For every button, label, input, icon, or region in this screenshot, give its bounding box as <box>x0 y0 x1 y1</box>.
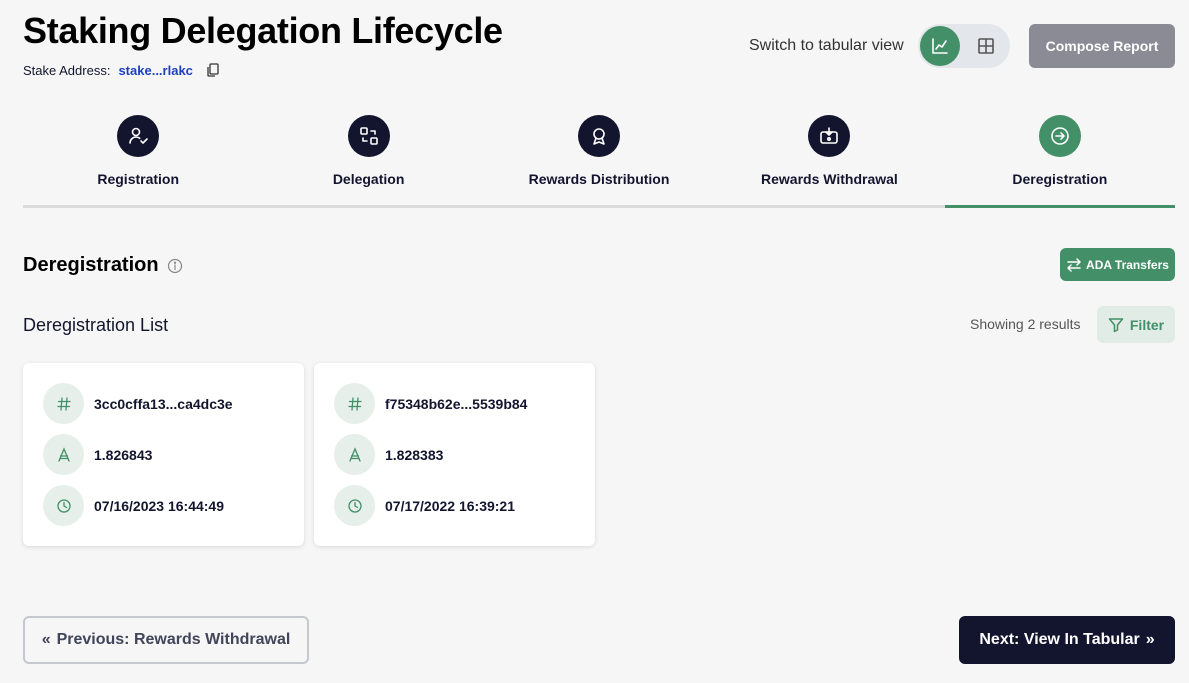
table-view-button[interactable] <box>966 26 1006 66</box>
double-chevron-right-icon: » <box>1145 631 1155 648</box>
timestamp-value: 07/16/2023 16:44:49 <box>94 497 224 514</box>
wallet-withdraw-icon <box>820 127 839 144</box>
info-icon[interactable] <box>167 258 183 274</box>
user-check-icon <box>129 127 149 144</box>
ada-icon <box>43 434 84 475</box>
compose-report-button[interactable]: Compose Report <box>1029 24 1175 68</box>
page-title: Staking Delegation Lifecycle <box>23 10 503 51</box>
deregistration-card: f75348b62e...5539b84 1.828383 07/17/2022… <box>314 363 595 546</box>
lifecycle-steps: Registration Delegation Rewards Distribu… <box>23 112 1176 208</box>
transaction-hash-link[interactable]: 3cc0cffa13...ca4dc3e <box>94 396 233 412</box>
copy-icon[interactable] <box>205 62 221 78</box>
step-label: Rewards Withdrawal <box>761 171 898 187</box>
step-delegation[interactable]: Delegation <box>253 112 483 205</box>
card-hash-row: f75348b62e...5539b84 <box>334 383 575 424</box>
card-hash-row: 3cc0cffa13...ca4dc3e <box>43 383 284 424</box>
delegation-icon <box>359 127 378 145</box>
switch-view-label: Switch to tabular view <box>749 37 904 54</box>
previous-step-label: Previous: Rewards Withdrawal <box>56 631 291 648</box>
timestamp-value: 07/17/2022 16:39:21 <box>385 497 515 514</box>
list-title: Deregistration List <box>23 315 169 335</box>
step-rewards-distribution[interactable]: Rewards Distribution <box>484 112 714 205</box>
transaction-hash-link[interactable]: f75348b62e...5539b84 <box>385 396 527 412</box>
clock-icon <box>334 485 375 526</box>
filter-label: Filter <box>1129 316 1165 333</box>
step-deregistration[interactable]: Deregistration <box>944 112 1176 208</box>
card-time-row: 07/16/2023 16:44:49 <box>43 485 284 526</box>
next-step-label: Next: View In Tabular <box>979 631 1140 648</box>
line-chart-icon <box>932 38 948 54</box>
previous-step-button[interactable]: « Previous: Rewards Withdrawal <box>23 616 309 664</box>
double-chevron-left-icon: « <box>41 631 51 648</box>
next-step-button[interactable]: Next: View In Tabular » <box>959 616 1175 664</box>
step-label: Delegation <box>332 171 405 187</box>
step-label: Deregistration <box>1012 171 1108 187</box>
card-time-row: 07/17/2022 16:39:21 <box>334 485 575 526</box>
step-label: Rewards Distribution <box>528 171 670 187</box>
stake-address-label: Stake Address: <box>23 62 111 78</box>
amount-value: 1.826843 <box>94 446 153 463</box>
results-count: Showing 2 results <box>970 316 1081 332</box>
card-amount-row: 1.828383 <box>334 434 575 475</box>
amount-value: 1.828383 <box>385 446 444 463</box>
ada-transfers-label: ADA Transfers <box>1086 257 1169 272</box>
hash-icon <box>43 383 84 424</box>
filter-icon <box>1108 317 1124 332</box>
step-rewards-withdrawal[interactable]: Rewards Withdrawal <box>714 112 944 205</box>
card-amount-row: 1.826843 <box>43 434 284 475</box>
deregistration-card: 3cc0cffa13...ca4dc3e 1.826843 07/16/2023… <box>23 363 304 546</box>
sign-out-icon <box>1051 127 1069 145</box>
grid-icon <box>978 38 994 54</box>
clock-icon <box>43 485 84 526</box>
stake-address-row: Stake Address: stake...rlakc <box>23 62 221 78</box>
stake-address-link[interactable]: stake...rlakc <box>118 63 192 78</box>
view-toggle <box>918 24 1010 68</box>
section-title: Deregistration <box>23 254 183 277</box>
award-icon <box>593 128 605 145</box>
chart-view-button[interactable] <box>920 26 960 66</box>
filter-button[interactable]: Filter <box>1097 306 1175 343</box>
hash-icon <box>334 383 375 424</box>
transfer-arrows-icon <box>1067 257 1081 272</box>
section-title-text: Deregistration <box>23 254 159 276</box>
ada-icon <box>334 434 375 475</box>
step-label: Registration <box>97 171 180 187</box>
step-registration[interactable]: Registration <box>23 112 253 205</box>
ada-transfers-button[interactable]: ADA Transfers <box>1060 248 1175 281</box>
